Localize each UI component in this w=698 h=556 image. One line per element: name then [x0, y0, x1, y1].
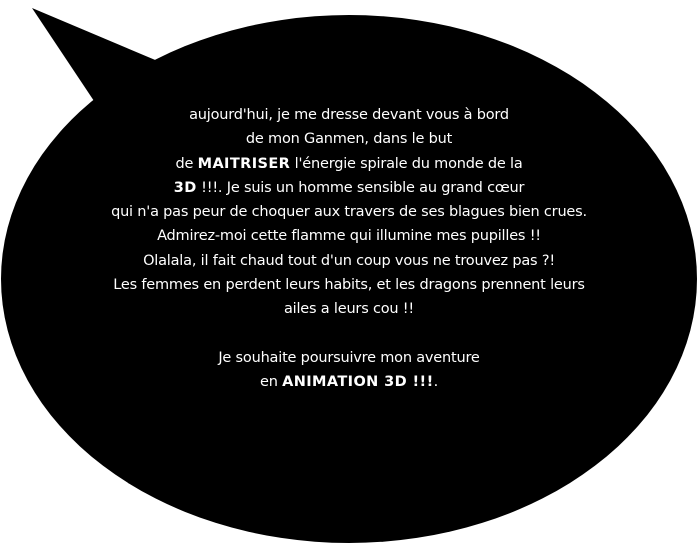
text-line: ailes a leurs cou !!: [283, 301, 415, 318]
emphasis-text: 3D: [173, 179, 197, 196]
text-fragment: l'énergie spirale du monde de la: [290, 155, 523, 172]
speech-text: aujourd'hui, je me dresse devant vous à …: [60, 103, 638, 395]
text-fragment: .: [433, 374, 439, 391]
text-line: de MAITRISER l'énergie spirale du monde …: [60, 152, 638, 176]
text-fragment: en: [259, 374, 283, 391]
text-line: Admirez-moi cette flamme qui illumine me…: [157, 228, 541, 245]
text-line: de mon Ganmen, dans le but: [245, 131, 453, 148]
text-fragment: !!!. Je suis un homme sensible au grand …: [196, 179, 525, 196]
text-line: Les femmes en perdent leurs habits, et l…: [113, 277, 585, 294]
emphasis-text: MAITRISER: [197, 155, 291, 172]
text-line: Je souhaite poursuivre mon aventure: [218, 349, 480, 366]
text-line: aujourd'hui, je me dresse devant vous à …: [189, 107, 509, 123]
text-line: qui n'a pas peur de choquer aux travers …: [111, 204, 587, 221]
emphasis-text: ANIMATION 3D !!!: [282, 374, 434, 391]
text-fragment: de: [175, 155, 198, 172]
text-line: en ANIMATION 3D !!!.: [60, 370, 638, 394]
text-line: 3D !!!. Je suis un homme sensible au gra…: [60, 176, 638, 200]
speech-bubble-canvas: aujourd'hui, je me dresse devant vous à …: [0, 0, 698, 556]
text-line: Olalala, il fait chaud tout d'un coup vo…: [143, 252, 555, 269]
